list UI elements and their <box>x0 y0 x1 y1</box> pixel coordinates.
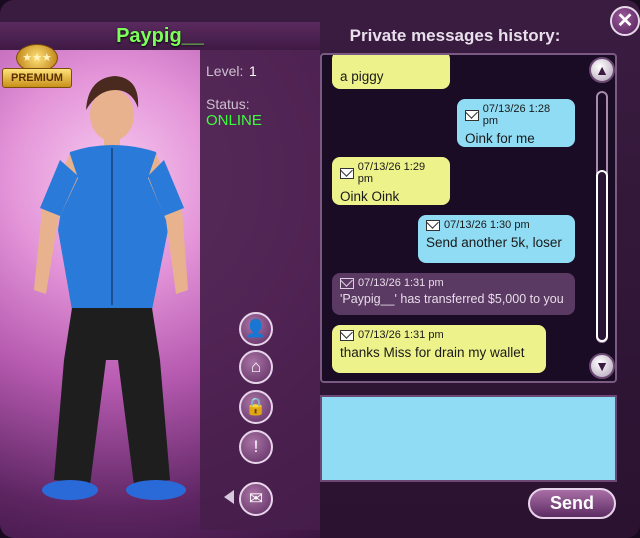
message-text: Send another 5k, loser <box>426 235 562 250</box>
report-icon: ! <box>253 437 259 456</box>
message-timestamp: 07/13/26 1:31 pm <box>358 277 444 289</box>
message-timestamp: 07/13/26 1:29 pm <box>357 161 426 185</box>
mail-button[interactable]: ✉ <box>239 482 273 516</box>
message-timestamp: 07/13/26 1:31 pm <box>358 329 444 341</box>
mail-icon: ✉ <box>248 489 264 508</box>
private-message-window: Paypig__ ★★★ PREMIUM Level: 1 Status: ON… <box>0 0 640 538</box>
message-incoming: 07/13/26 1:29 pm Oink Oink <box>332 157 450 205</box>
message-text: 'Paypig__' has transferred $5,000 to you <box>340 292 564 306</box>
envelope-icon <box>340 329 354 341</box>
scroll-up-button[interactable]: ▲ <box>589 57 615 83</box>
scroll-thumb[interactable] <box>596 170 608 342</box>
close-button[interactable]: ✕ <box>610 6 640 36</box>
home-heart-icon: ⌂ <box>250 357 262 376</box>
message-system: 07/13/26 1:31 pm 'Paypig__' has transfer… <box>332 273 575 315</box>
collapse-arrow-icon[interactable] <box>224 490 234 504</box>
status-value: ONLINE <box>206 112 262 129</box>
message-incoming: 07/13/26 1:31 pm thanks Miss for drain m… <box>332 325 546 373</box>
message-timestamp: 07/13/26 1:28 pm <box>482 103 551 127</box>
message-input[interactable] <box>320 395 617 482</box>
report-button[interactable]: ! <box>239 430 273 464</box>
envelope-icon <box>465 109 479 121</box>
scroll-down-button[interactable]: ▼ <box>589 353 615 379</box>
message-scrollbar[interactable]: ▲ ▼ <box>589 55 615 381</box>
send-button[interactable]: Send <box>528 488 616 519</box>
add-friend-icon: 👤 <box>245 319 267 338</box>
messages-title: Private messages history: <box>349 26 561 45</box>
envelope-icon <box>340 277 354 289</box>
message-list: a piggy 07/13/26 1:28 pm Oink for me 07/… <box>322 55 587 381</box>
envelope-icon <box>426 219 440 231</box>
message-text: Oink Oink <box>340 189 400 204</box>
message-outgoing: 07/13/26 1:30 pm Send another 5k, loser <box>418 215 575 263</box>
message-history: a piggy 07/13/26 1:28 pm Oink for me 07/… <box>320 53 617 383</box>
envelope-icon <box>340 167 354 179</box>
add-friend-button[interactable]: 👤 <box>239 312 273 346</box>
avatar <box>34 76 188 500</box>
message-timestamp: 07/13/26 1:30 pm <box>444 219 530 231</box>
status-label: Status: <box>206 96 250 112</box>
message-incoming: a piggy <box>332 55 450 89</box>
level-value: 1 <box>249 63 257 79</box>
home-button[interactable]: ⌂ <box>239 350 273 384</box>
message-text: Oink for me <box>465 131 535 146</box>
message-text: thanks Miss for drain my wallet <box>340 345 525 360</box>
message-outgoing: 07/13/26 1:28 pm Oink for me <box>457 99 575 147</box>
message-text: a piggy <box>340 69 384 84</box>
lock-button[interactable]: 🔒 <box>239 390 273 424</box>
lock-icon: 🔒 <box>245 397 267 416</box>
level-label: Level: <box>206 63 244 79</box>
